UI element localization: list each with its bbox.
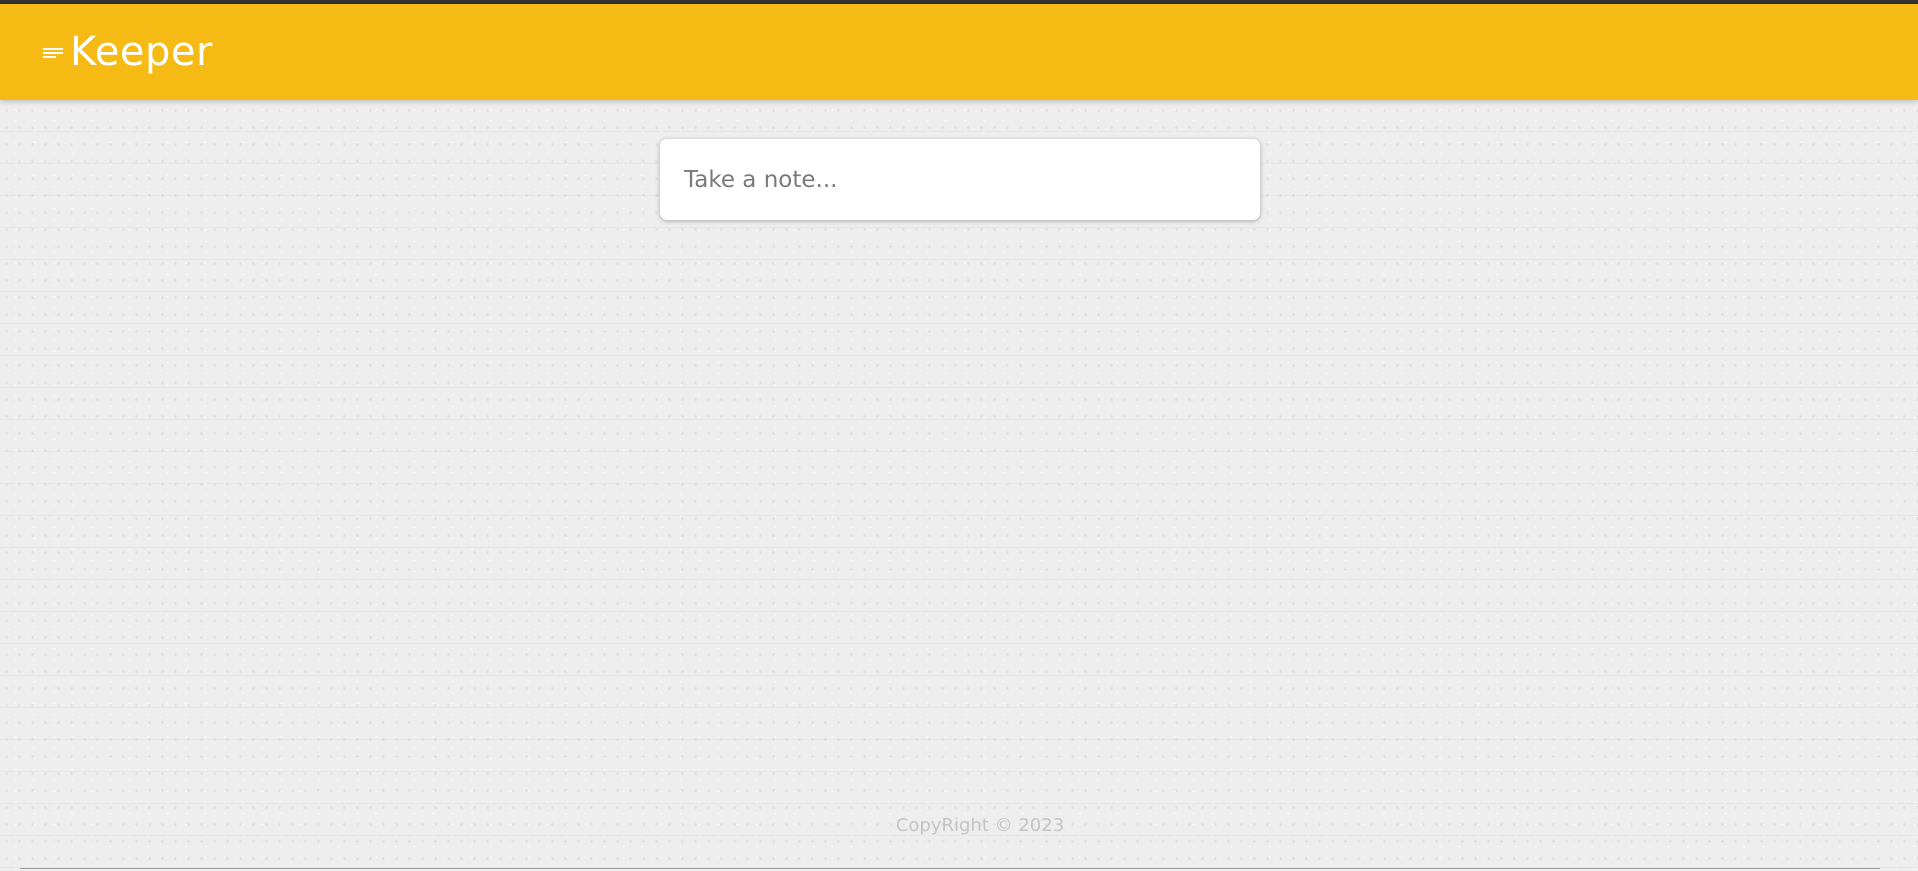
brand: Keeper [40, 32, 213, 72]
bottom-divider [20, 868, 1880, 869]
create-note-form [660, 139, 1260, 220]
copyright-text: CopyRight © 2023 [895, 815, 1065, 836]
app-title: Keeper [70, 29, 213, 75]
notes-icon [40, 41, 66, 63]
app-header: Keeper [0, 4, 1918, 100]
note-input[interactable] [684, 139, 1236, 220]
app-footer: CopyRight © 2023 [0, 815, 1918, 836]
